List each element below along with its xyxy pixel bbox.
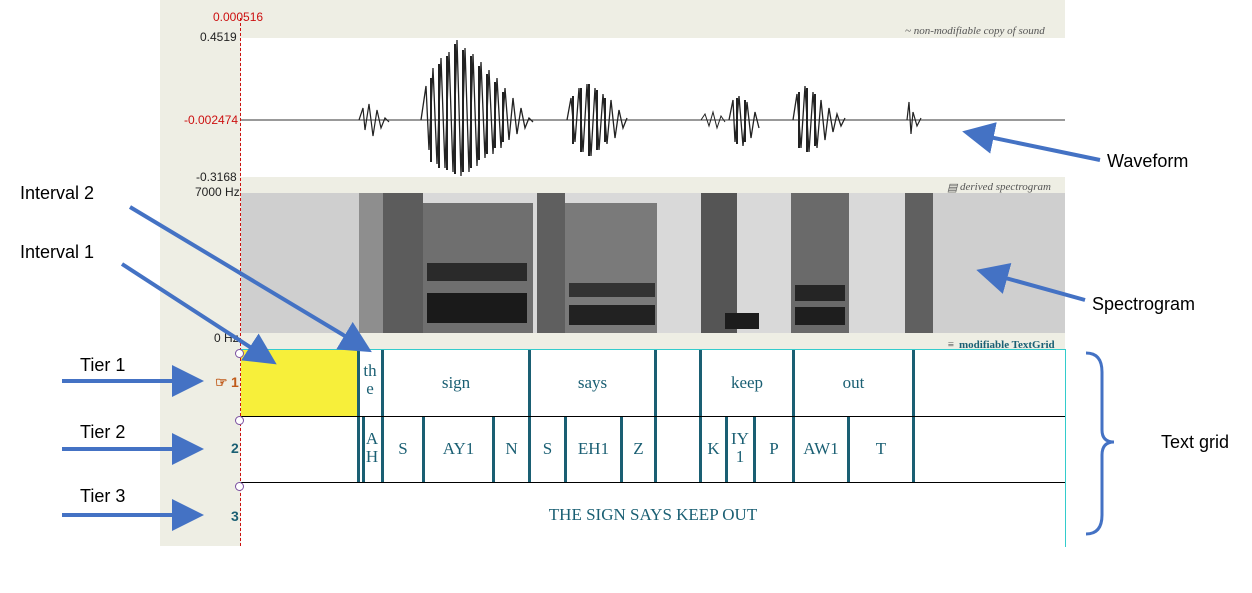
interval2-arrow: [128, 205, 372, 353]
annotation-overlay: [62, 122, 1115, 536]
tier1-annotation: Tier 1: [80, 355, 126, 375]
textgrid-brace: [1085, 351, 1115, 536]
spectrogram-annotation: Spectrogram: [1092, 294, 1196, 314]
textgrid-annotation: Text grid: [1161, 432, 1230, 452]
tier2-annotation: Tier 2: [80, 422, 126, 442]
waveform-arrow: [962, 122, 1101, 162]
interval2-annotation: Interval 2: [20, 183, 95, 203]
waveform-annotation: Waveform: [1107, 151, 1189, 171]
tier3-annotation: Tier 3: [80, 486, 126, 506]
interval1-annotation: Interval 1: [20, 242, 95, 262]
spectrogram-arrow: [976, 262, 1086, 302]
